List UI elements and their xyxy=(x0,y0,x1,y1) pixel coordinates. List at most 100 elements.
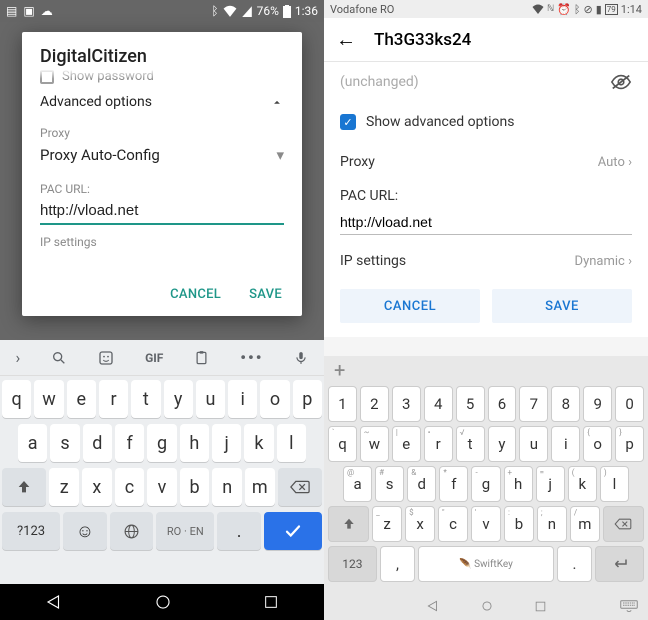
ip-settings-row[interactable]: IP settings Dynamic › xyxy=(340,241,632,281)
key-8[interactable]: 8 xyxy=(551,386,580,422)
key-z[interactable]: _z xyxy=(372,506,402,542)
key-u[interactable]: u xyxy=(196,380,225,418)
key-o[interactable]: o xyxy=(260,380,289,418)
key-4[interactable]: 4 xyxy=(424,386,453,422)
emoji-key[interactable]: ☺ xyxy=(63,512,107,550)
key-m[interactable]: m xyxy=(245,468,275,506)
space-key[interactable]: 🪶 SwiftKey xyxy=(418,546,554,582)
key-c[interactable]: c xyxy=(115,468,145,506)
key-o[interactable]: {o xyxy=(583,426,612,462)
search-icon[interactable] xyxy=(51,350,67,366)
eye-off-icon[interactable] xyxy=(610,73,632,91)
save-button[interactable]: SAVE xyxy=(492,289,632,323)
key-3[interactable]: 3 xyxy=(392,386,421,422)
checkbox-checked-icon[interactable]: ✓ xyxy=(340,114,356,130)
key-b[interactable]: b xyxy=(180,468,210,506)
key-v[interactable]: 'v xyxy=(471,506,501,542)
home-icon[interactable] xyxy=(154,593,172,611)
key-a[interactable]: @a xyxy=(343,466,372,502)
key-x[interactable]: $x xyxy=(405,506,435,542)
key-e[interactable]: |e xyxy=(392,426,421,462)
period-key[interactable]: . xyxy=(557,546,592,582)
key-a[interactable]: a xyxy=(18,424,47,462)
key-z[interactable]: z xyxy=(49,468,79,506)
key-d[interactable]: &d xyxy=(407,466,436,502)
space-key[interactable]: RO · EN xyxy=(156,512,214,550)
key-c[interactable]: "c xyxy=(438,506,468,542)
key-1[interactable]: 1 xyxy=(328,386,357,422)
key-f[interactable]: *f xyxy=(439,466,468,502)
key-k[interactable]: k xyxy=(244,424,273,462)
show-password-row[interactable]: Show password xyxy=(22,69,302,88)
key-7[interactable]: 7 xyxy=(519,386,548,422)
back-icon[interactable] xyxy=(426,599,440,613)
key-s[interactable]: #s xyxy=(375,466,404,502)
key-y[interactable]: y xyxy=(164,380,193,418)
key-t[interactable]: √t xyxy=(456,426,485,462)
shift-key[interactable] xyxy=(328,506,369,542)
mic-icon[interactable] xyxy=(294,349,308,367)
advanced-options-row[interactable]: Advanced options xyxy=(22,88,302,116)
more-icon[interactable]: ••• xyxy=(240,348,263,367)
key-i[interactable]: i xyxy=(551,426,580,462)
key-n[interactable]: n xyxy=(212,468,242,506)
save-button[interactable]: SAVE xyxy=(249,287,282,302)
backspace-key[interactable] xyxy=(603,506,644,542)
key-p[interactable]: }p xyxy=(615,426,644,462)
key-v[interactable]: v xyxy=(147,468,177,506)
key-k[interactable]: (k xyxy=(568,466,597,502)
key-q[interactable]: q xyxy=(2,380,31,418)
cancel-button[interactable]: CANCEL xyxy=(340,289,480,323)
chevron-right-icon[interactable]: › xyxy=(15,348,20,367)
key-2[interactable]: 2 xyxy=(360,386,389,422)
key-5[interactable]: 5 xyxy=(456,386,485,422)
home-icon[interactable] xyxy=(480,599,494,613)
globe-key[interactable] xyxy=(110,512,154,550)
key-l[interactable]: l xyxy=(277,424,306,462)
backspace-key[interactable] xyxy=(278,468,322,506)
sticker-icon[interactable] xyxy=(98,350,114,366)
keyboard-toggle-icon[interactable] xyxy=(620,600,638,612)
key-g[interactable]: -g xyxy=(471,466,500,502)
key-n[interactable]: ;n xyxy=(537,506,567,542)
key-6[interactable]: 6 xyxy=(488,386,517,422)
key-w[interactable]: w xyxy=(34,380,63,418)
key-q[interactable]: `q xyxy=(328,426,357,462)
pac-url-input[interactable] xyxy=(40,198,284,225)
key-m[interactable]: /m xyxy=(570,506,600,542)
enter-key[interactable] xyxy=(595,546,644,582)
pac-url-input[interactable] xyxy=(340,210,632,235)
key-r[interactable]: r xyxy=(99,380,128,418)
comma-key[interactable]: , xyxy=(380,546,415,582)
enter-key[interactable] xyxy=(264,512,322,550)
clipboard-icon[interactable] xyxy=(194,350,209,366)
recents-icon[interactable] xyxy=(263,594,279,610)
symbols-key[interactable]: ?123 xyxy=(2,512,60,550)
gif-button[interactable]: GIF xyxy=(145,351,163,365)
key-u[interactable]: u xyxy=(519,426,548,462)
key-d[interactable]: d xyxy=(83,424,112,462)
key-r[interactable]: •r xyxy=(424,426,453,462)
key-h[interactable]: +h xyxy=(504,466,533,502)
cancel-button[interactable]: CANCEL xyxy=(170,287,221,302)
symbols-key[interactable]: 123 xyxy=(328,546,377,582)
key-b[interactable]: :b xyxy=(504,506,534,542)
recents-icon[interactable] xyxy=(534,600,547,613)
shift-key[interactable] xyxy=(2,468,46,506)
key-g[interactable]: g xyxy=(147,424,176,462)
key-t[interactable]: t xyxy=(131,380,160,418)
key-j[interactable]: j xyxy=(212,424,241,462)
plus-icon[interactable]: + xyxy=(334,358,345,382)
key-f[interactable]: f xyxy=(115,424,144,462)
back-arrow-icon[interactable]: ← xyxy=(336,27,356,52)
key-0[interactable]: 0 xyxy=(615,386,644,422)
key-j[interactable]: =j xyxy=(536,466,565,502)
show-advanced-row[interactable]: ✓ Show advanced options xyxy=(340,102,632,142)
key-w[interactable]: ~w xyxy=(360,426,389,462)
key-x[interactable]: x xyxy=(82,468,112,506)
key-e[interactable]: e xyxy=(67,380,96,418)
key-h[interactable]: h xyxy=(180,424,209,462)
proxy-select[interactable]: Proxy Auto-Config ▾ xyxy=(22,142,302,172)
period-key[interactable]: . xyxy=(217,512,261,550)
key-9[interactable]: 9 xyxy=(583,386,612,422)
